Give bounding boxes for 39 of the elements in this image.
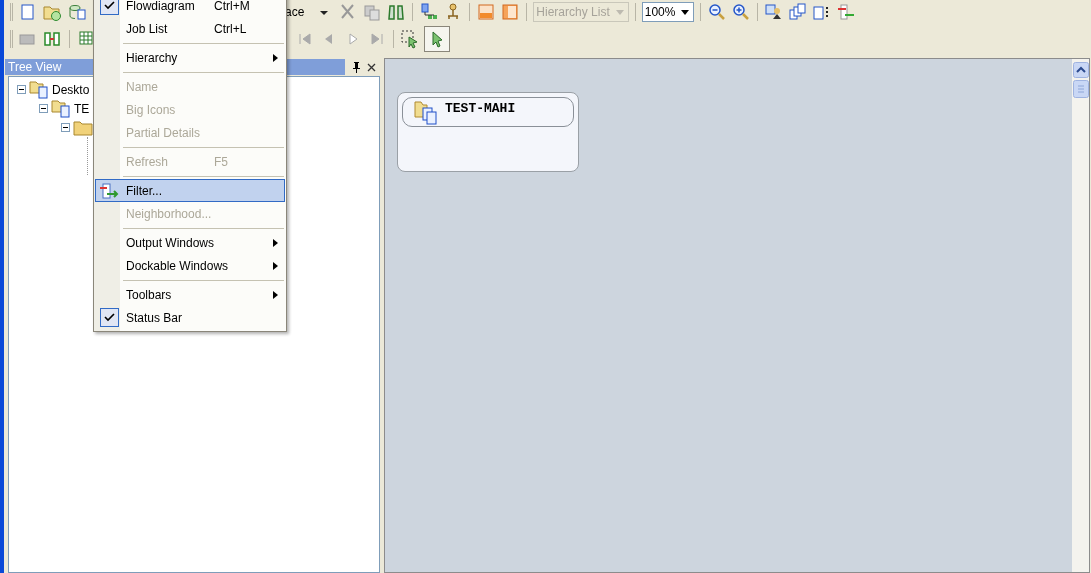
folder-icon (73, 119, 93, 136)
menu-item[interactable]: Flowdiagram Ctrl+M (95, 0, 285, 17)
scroll-thumb[interactable] (1072, 80, 1089, 98)
submenu-arrow-icon (272, 53, 278, 62)
menu-item[interactable]: Status Bar (95, 306, 285, 329)
tree-item[interactable]: TE (74, 99, 90, 118)
arrows-page-icon[interactable] (836, 2, 857, 22)
node-card[interactable]: TEST-MAHI (397, 92, 579, 172)
node-label: TEST-MAHI (445, 100, 516, 118)
menu-item[interactable]: Job List Ctrl+L (95, 17, 285, 40)
select-area-icon[interactable] (400, 29, 420, 49)
collapse-icon[interactable] (61, 123, 70, 132)
scroll-up-icon[interactable] (1072, 62, 1089, 78)
close-icon[interactable] (367, 62, 376, 72)
menu-item[interactable]: Filter... (95, 179, 285, 202)
checkmark-icon (99, 308, 119, 327)
tree-item[interactable]: Deskto (52, 80, 90, 99)
submenu-arrow-icon (272, 261, 278, 270)
filter-arrows-icon (99, 181, 119, 200)
collapse-icon[interactable] (39, 104, 48, 113)
checkmark-icon (99, 0, 119, 15)
menu-item[interactable]: Toolbars (95, 283, 285, 306)
zoom-dropdown[interactable]: 100% (641, 2, 695, 22)
submenu-arrow-icon (272, 290, 278, 299)
panel-left-icon[interactable] (500, 2, 521, 22)
menu-item[interactable]: Output Windows (95, 231, 285, 254)
pin-icon[interactable] (352, 61, 361, 73)
vertical-scrollbar[interactable] (1072, 59, 1089, 572)
stacked-pages-icon[interactable] (788, 2, 809, 22)
dropdown-arrow-icon[interactable] (681, 9, 690, 15)
hierarchy-icon[interactable] (419, 2, 440, 22)
folder-document-icon (413, 100, 439, 126)
swap-icon[interactable] (42, 29, 62, 49)
folder-document-icon (51, 99, 71, 118)
menu-item[interactable]: Dockable Windows (95, 254, 285, 277)
submenu-arrow-icon (272, 238, 278, 247)
folder-document-icon (29, 80, 49, 99)
collapse-icon[interactable] (17, 85, 26, 94)
database-page-icon[interactable] (67, 2, 87, 22)
